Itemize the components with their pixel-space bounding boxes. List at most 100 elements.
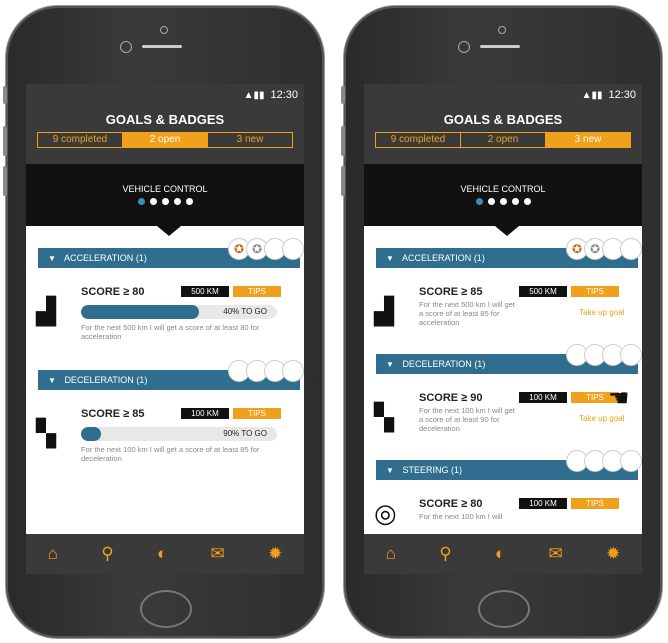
distance-badge: 500 KM: [181, 286, 229, 297]
page-dot[interactable]: [161, 198, 169, 205]
status-time: 12:30: [608, 89, 636, 101]
section-acceleration[interactable]: ▼ ACCELERATION (1) ✪ ✪: [38, 238, 304, 268]
collapse-icon: ▼: [386, 466, 394, 475]
section-deceleration[interactable]: ▼ DECELERATION (1): [38, 360, 304, 390]
compass-icon[interactable]: ◐: [495, 544, 505, 564]
goal-score: SCORE ≥ 80: [419, 498, 483, 510]
tab-completed[interactable]: 9 completed: [376, 133, 461, 147]
pedal-icon: ▚: [36, 418, 56, 448]
page-dots: [364, 198, 642, 205]
page-dots: [26, 198, 304, 205]
page-dot[interactable]: [185, 198, 193, 205]
pedal-icon: ▟: [36, 296, 56, 326]
progress-bar: 90% TO GO: [81, 427, 277, 441]
goal-description: For the next 100 km I will get a score o…: [419, 406, 515, 433]
page-dot[interactable]: [475, 198, 483, 205]
home-icon[interactable]: ⌂: [48, 544, 58, 564]
status-time: 12:30: [270, 89, 298, 101]
category-title: VEHICLE CONTROL: [122, 184, 208, 194]
take-up-goal-link[interactable]: Take up goal: [579, 414, 624, 423]
compass-icon[interactable]: ◐: [157, 544, 167, 564]
section-steering[interactable]: ▼ STEERING (1): [376, 450, 642, 480]
goals-list: ▼ ACCELERATION (1) ✪ ✪ ▟ SCORE ≥ 80 500 …: [26, 226, 304, 534]
pedal-icon: ▚: [374, 402, 394, 432]
settings-icon[interactable]: ✹: [606, 544, 620, 564]
mail-icon[interactable]: ✉: [549, 544, 563, 564]
tab-open[interactable]: 2 open: [461, 133, 546, 147]
collapse-icon: ▼: [386, 360, 394, 369]
tab-bar: 9 completed 2 open 3 new: [375, 132, 631, 148]
earpiece-speaker: [142, 45, 182, 48]
status-bar: ▲▮▮ 12:30: [364, 84, 642, 106]
goal-description: For the next 500 km I will get a score o…: [81, 323, 260, 341]
tips-button[interactable]: TIPS: [233, 286, 281, 297]
page-dot[interactable]: [173, 198, 181, 205]
signal-icon: ▲▮▮: [581, 89, 603, 101]
goal-description: For the next 100 km I will get a score o…: [81, 445, 260, 463]
badge-slots: [566, 344, 642, 366]
tips-button[interactable]: TIPS: [571, 498, 619, 509]
empty-badge-slot: [282, 360, 304, 382]
home-button[interactable]: [140, 590, 192, 628]
route-icon[interactable]: ⚲: [101, 544, 113, 564]
front-camera: [458, 41, 470, 53]
take-up-goal-link[interactable]: Take up goal: [579, 308, 624, 317]
section-label: DECELERATION: [402, 359, 472, 369]
pedal-icon: ▟: [374, 296, 394, 326]
goal-score: SCORE ≥ 85: [81, 408, 145, 420]
progress-fill: [81, 305, 199, 319]
page-dot[interactable]: [523, 198, 531, 205]
goal-score: SCORE ≥ 85: [419, 286, 483, 298]
header: GOALS & BADGES 9 completed 2 open 3 new: [26, 106, 304, 164]
distance-badge: 100 KM: [181, 408, 229, 419]
page-dot[interactable]: [137, 198, 145, 205]
page-dot[interactable]: [487, 198, 495, 205]
goal-score: SCORE ≥ 80: [81, 286, 145, 298]
badge-slots: ✪ ✪: [566, 238, 642, 260]
category-banner[interactable]: VEHICLE CONTROL: [364, 164, 642, 236]
goals-list: ▼ ACCELERATION (1) ✪ ✪ ▟ SCORE ≥ 85 500 …: [364, 226, 642, 534]
tab-completed[interactable]: 9 completed: [38, 133, 123, 147]
page-title: GOALS & BADGES: [105, 112, 225, 127]
tab-new[interactable]: 3 new: [208, 133, 292, 147]
tab-open[interactable]: 2 open: [123, 133, 208, 147]
volume-down-button: [341, 166, 345, 196]
category-title: VEHICLE CONTROL: [460, 184, 546, 194]
home-icon[interactable]: ⌂: [386, 544, 396, 564]
progress-label: 90% TO GO: [223, 429, 267, 438]
page-dot[interactable]: [511, 198, 519, 205]
settings-icon[interactable]: ✹: [268, 544, 282, 564]
goal-item: ▚ SCORE ≥ 85 100 KM TIPS 90% TO GO For t…: [26, 390, 304, 492]
empty-badge-slot: [620, 344, 642, 366]
page-dot[interactable]: [149, 198, 157, 205]
section-count: (1): [136, 375, 148, 385]
category-banner[interactable]: VEHICLE CONTROL: [26, 164, 304, 236]
screen-right: ▲▮▮ 12:30 GOALS & BADGES 9 completed 2 o…: [364, 84, 642, 574]
section-acceleration[interactable]: ▼ ACCELERATION (1) ✪ ✪: [376, 238, 642, 268]
sensor: [160, 26, 168, 34]
volume-down-button: [3, 166, 7, 196]
tab-new[interactable]: 3 new: [546, 133, 630, 147]
page-dot[interactable]: [499, 198, 507, 205]
tips-button[interactable]: TIPS: [571, 286, 619, 297]
collapse-icon: ▼: [48, 254, 56, 263]
badge-slots: [228, 360, 304, 382]
badge-slots: ✪ ✪: [228, 238, 304, 260]
empty-badge-slot: [620, 238, 642, 260]
bottom-nav: ⌂ ⚲ ◐ ✉ ✹: [26, 534, 304, 574]
route-icon[interactable]: ⚲: [439, 544, 451, 564]
home-button[interactable]: [478, 590, 530, 628]
pointer-hand-icon: ☚: [608, 385, 630, 412]
goal-item: ▟ SCORE ≥ 80 500 KM TIPS 40% TO GO For t…: [26, 268, 304, 370]
collapse-icon: ▼: [386, 254, 394, 263]
steering-wheel-icon: ◎: [374, 498, 397, 528]
section-count: (1): [473, 253, 485, 263]
goal-item: ▚ SCORE ≥ 90 100 KM TIPS For the next 10…: [364, 374, 642, 460]
bottom-nav: ⌂ ⚲ ◐ ✉ ✹: [364, 534, 642, 574]
mail-icon[interactable]: ✉: [211, 544, 225, 564]
goal-item: ▟ SCORE ≥ 85 500 KM TIPS For the next 50…: [364, 268, 642, 354]
section-deceleration[interactable]: ▼ DECELERATION (1): [376, 344, 642, 374]
header: GOALS & BADGES 9 completed 2 open 3 new: [364, 106, 642, 164]
screen-left: ▲▮▮ 12:30 GOALS & BADGES 9 completed 2 o…: [26, 84, 304, 574]
tips-button[interactable]: TIPS: [233, 408, 281, 419]
